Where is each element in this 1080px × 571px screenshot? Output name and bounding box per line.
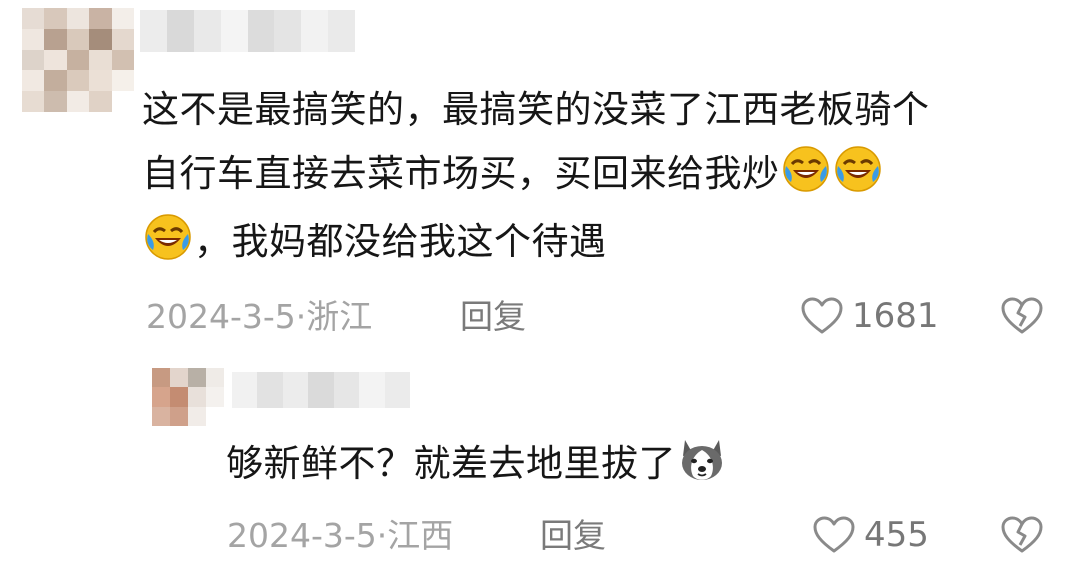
like-button[interactable]: 455 bbox=[812, 515, 929, 555]
like-button[interactable]: 1681 bbox=[800, 296, 939, 336]
comment-meta: 2024-3-5·江西 bbox=[227, 516, 453, 556]
username-blurred[interactable] bbox=[140, 10, 355, 52]
comment-date: 2024-3-5 bbox=[146, 297, 296, 336]
comment-meta: 2024-3-5·浙江 bbox=[146, 297, 372, 337]
meta-separator: · bbox=[295, 297, 307, 336]
comment-text-line: 自行车直接去菜市场买，买回来给我炒 bbox=[142, 142, 884, 206]
heart-outline-icon bbox=[800, 296, 844, 336]
laughing-crying-emoji-icon bbox=[143, 212, 193, 262]
reply-button[interactable]: 回复 bbox=[460, 297, 526, 337]
comment-text-segment: ，我妈都没给我这个待遇 bbox=[194, 220, 607, 263]
like-count: 455 bbox=[864, 515, 929, 555]
comment-text-segment: 自行车直接去菜市场买，买回来给我炒 bbox=[142, 152, 780, 195]
laughing-crying-emoji-icon bbox=[833, 144, 883, 194]
comment-text-segment: 够新鲜不？就差去地里拔了 bbox=[226, 442, 676, 485]
heart-outline-icon bbox=[812, 515, 856, 555]
avatar[interactable] bbox=[22, 8, 134, 112]
comment-text-line: 这不是最搞笑的，最搞笑的没菜了江西老板骑个 bbox=[142, 88, 930, 131]
username-blurred[interactable] bbox=[232, 372, 410, 408]
broken-heart-outline-icon[interactable] bbox=[1000, 296, 1044, 336]
comment-text-line: ，我妈都没给我这个待遇 bbox=[142, 210, 607, 274]
comment-location: 江西 bbox=[387, 516, 454, 555]
comment-location: 浙江 bbox=[306, 297, 373, 336]
comment-date: 2024-3-5 bbox=[227, 516, 377, 555]
comment-text-line: 够新鲜不？就差去地里拔了 bbox=[226, 432, 728, 496]
husky-dog-emoji-icon bbox=[677, 434, 727, 484]
avatar[interactable] bbox=[152, 368, 224, 426]
meta-separator: · bbox=[376, 516, 388, 555]
reply-button[interactable]: 回复 bbox=[540, 516, 606, 556]
broken-heart-outline-icon[interactable] bbox=[1000, 515, 1044, 555]
laughing-crying-emoji-icon bbox=[781, 144, 831, 194]
like-count: 1681 bbox=[852, 296, 939, 336]
